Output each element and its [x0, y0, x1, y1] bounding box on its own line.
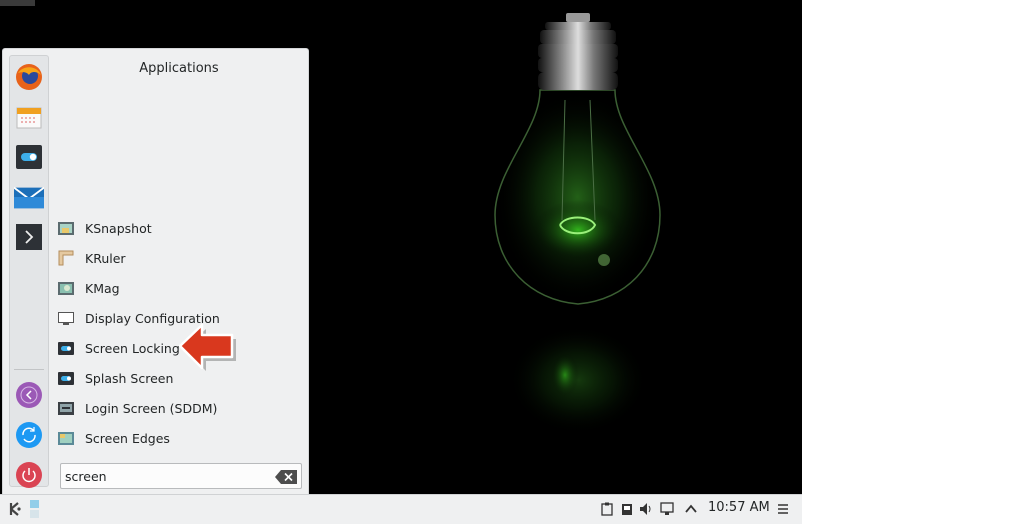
- taskbar: 10:57 AM: [0, 494, 802, 524]
- kruler-icon: [58, 250, 74, 266]
- system-settings-icon[interactable]: [14, 142, 44, 172]
- application-launcher: Applications KSnapshot KRuler KMag Displ…: [2, 48, 309, 494]
- clock[interactable]: 10:57 AM: [708, 500, 770, 515]
- list-item-kmag[interactable]: KMag: [55, 274, 305, 302]
- screen-edges-icon: [58, 431, 74, 445]
- clipboard-icon[interactable]: [600, 502, 614, 516]
- list-item-kruler[interactable]: KRuler: [55, 244, 305, 272]
- display-icon: [58, 311, 74, 325]
- application-launcher-button-icon[interactable]: [8, 501, 24, 517]
- terminal-icon[interactable]: [14, 222, 44, 252]
- power-icon[interactable]: [14, 460, 44, 490]
- item-label: Login Screen (SDDM): [85, 400, 218, 416]
- annotation-arrow-icon: [178, 323, 236, 371]
- volume-icon[interactable]: [639, 502, 653, 516]
- list-item-login-screen[interactable]: Login Screen (SDDM): [55, 394, 305, 422]
- item-label: Screen Edges: [85, 430, 170, 446]
- calendar-icon[interactable]: [14, 102, 44, 132]
- login-screen-icon: [58, 401, 74, 415]
- item-label: KMag: [85, 280, 120, 296]
- item-label: KRuler: [85, 250, 126, 266]
- ksnapshot-icon: [58, 221, 74, 235]
- screen-locking-icon: [58, 341, 74, 355]
- switch-user-icon[interactable]: [14, 420, 44, 450]
- kmag-icon: [58, 281, 74, 295]
- battery-icon[interactable]: [620, 502, 634, 516]
- item-label: Splash Screen: [85, 370, 174, 386]
- menu-icon[interactable]: [776, 502, 790, 516]
- mail-icon[interactable]: [14, 182, 44, 212]
- item-label: KSnapshot: [85, 220, 152, 236]
- item-label: Screen Locking: [85, 340, 180, 356]
- network-icon[interactable]: [660, 502, 674, 516]
- clear-search-icon[interactable]: [275, 469, 297, 484]
- pager-icon[interactable]: [28, 499, 42, 519]
- list-item-ksnapshot[interactable]: KSnapshot: [55, 214, 305, 242]
- firefox-icon[interactable]: [14, 62, 44, 92]
- expand-tray-icon[interactable]: [684, 502, 698, 516]
- favorites-separator: [14, 369, 44, 370]
- list-item-screen-edges[interactable]: Screen Edges: [55, 424, 305, 452]
- menu-title: Applications: [139, 61, 219, 76]
- search-field[interactable]: [60, 463, 302, 489]
- leave-icon[interactable]: [14, 380, 44, 410]
- search-input[interactable]: [65, 467, 265, 485]
- favorites-bar: [9, 55, 49, 490]
- empty-area: [802, 0, 1024, 524]
- splash-screen-icon: [58, 371, 74, 385]
